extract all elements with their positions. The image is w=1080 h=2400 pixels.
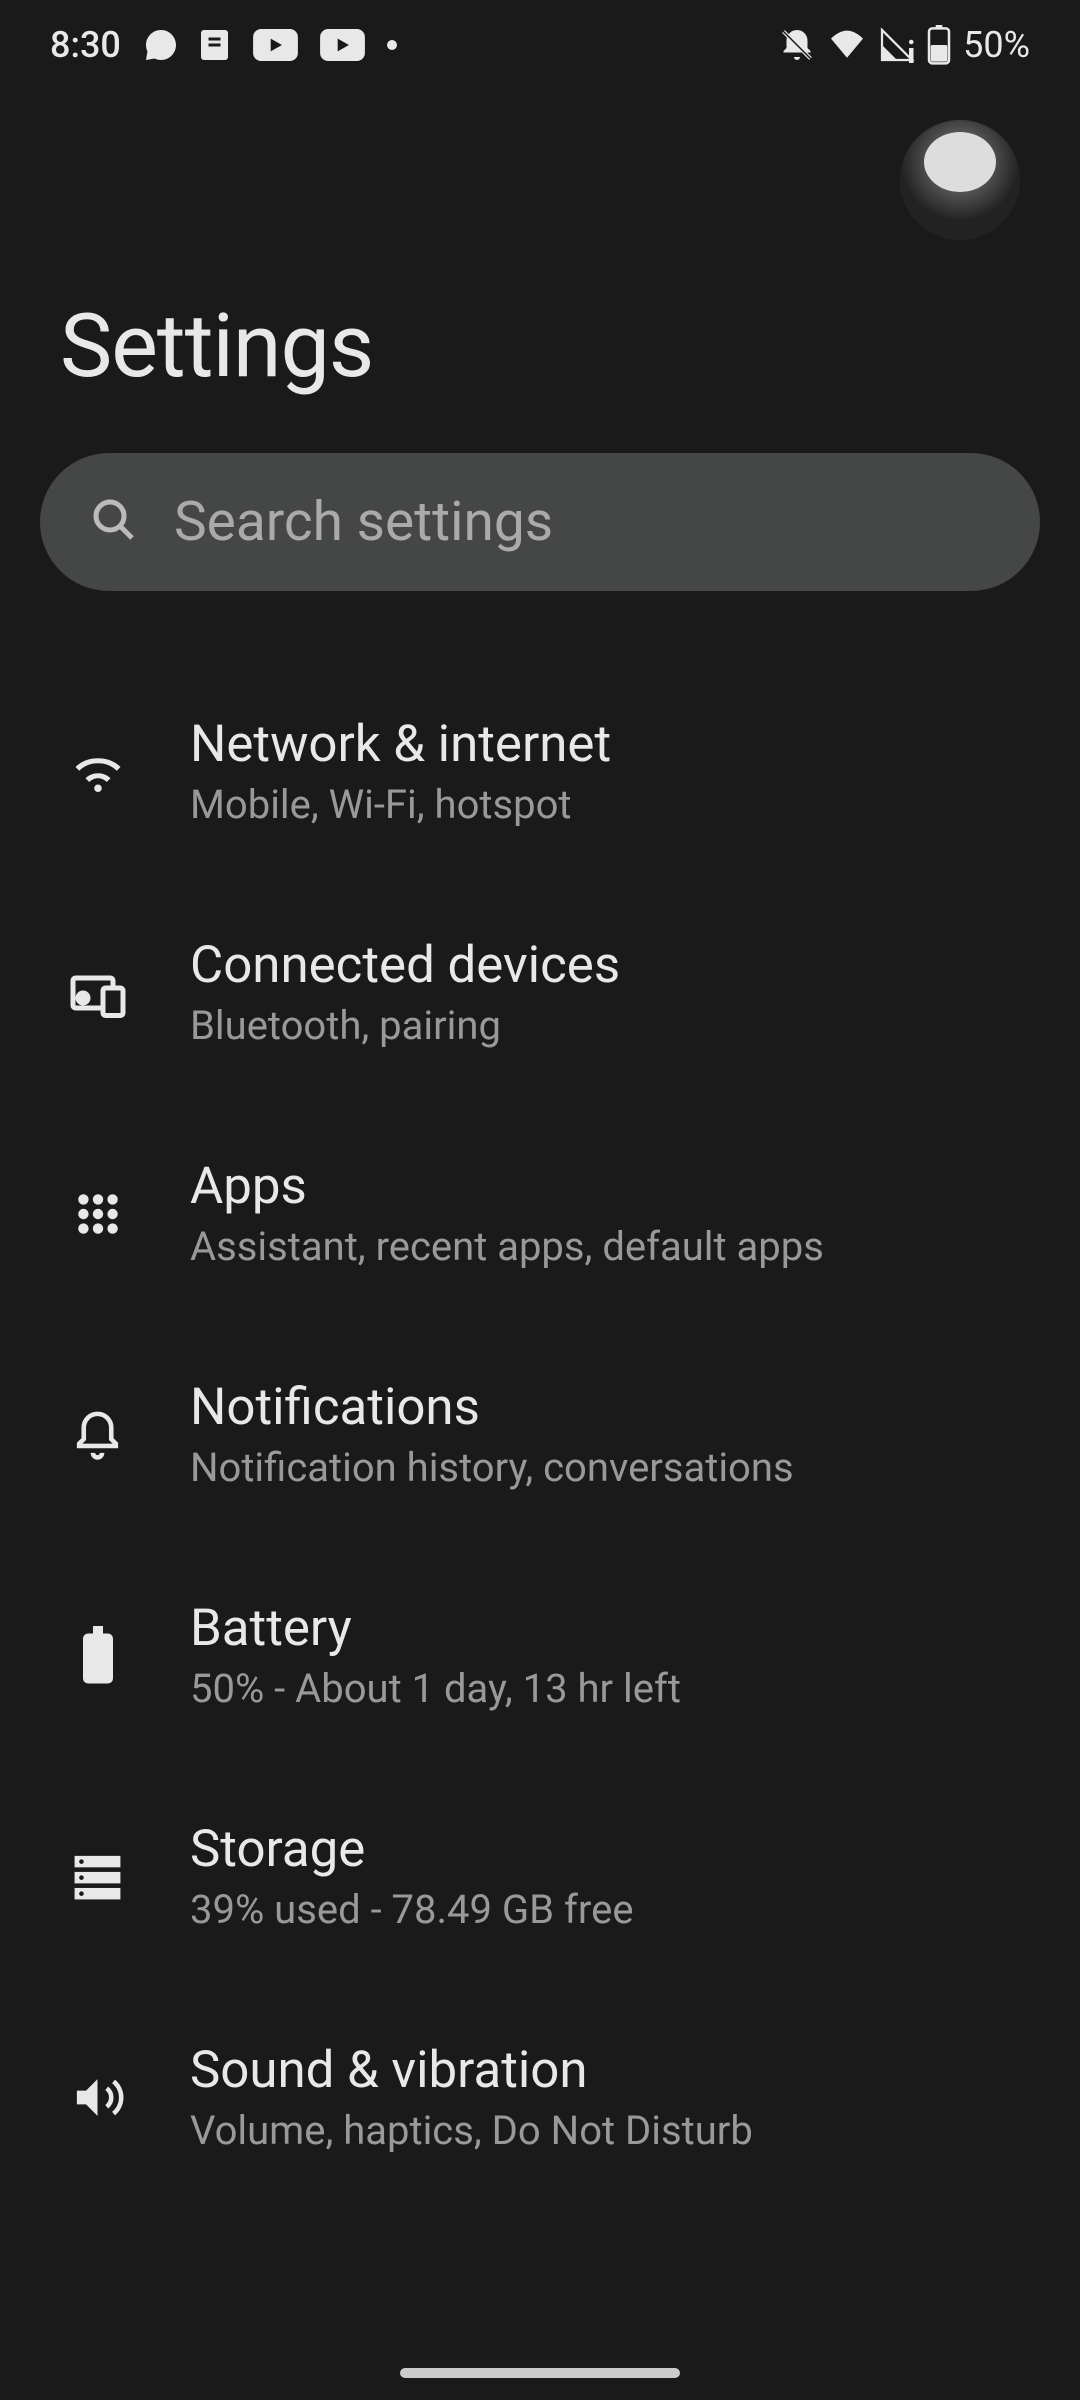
profile-avatar[interactable] <box>900 120 1020 240</box>
item-title: Sound & vibration <box>190 2041 1020 2100</box>
signal-icon <box>879 27 915 63</box>
item-text: Connected devices Bluetooth, pairing <box>190 936 1020 1049</box>
item-subtitle: Volume, haptics, Do Not Disturb <box>190 2107 1020 2154</box>
apps-icon <box>60 1176 135 1251</box>
settings-item-devices[interactable]: Connected devices Bluetooth, pairing <box>0 882 1080 1103</box>
page-title: Settings <box>60 295 1020 398</box>
battery-icon <box>927 25 951 65</box>
item-text: Sound & vibration Volume, haptics, Do No… <box>190 2041 1020 2154</box>
status-right: 50% <box>779 24 1030 66</box>
status-time: 8:30 <box>50 24 121 66</box>
settings-list: Network & internet Mobile, Wi-Fi, hotspo… <box>0 591 1080 2208</box>
devices-icon <box>60 955 135 1030</box>
more-notifications-icon <box>387 40 397 50</box>
item-title: Network & internet <box>190 715 1020 774</box>
header: Settings <box>0 90 1080 398</box>
settings-item-battery[interactable]: Battery 50% - About 1 day, 13 hr left <box>0 1545 1080 1766</box>
youtube-icon <box>253 29 298 61</box>
item-title: Storage <box>190 1820 1020 1879</box>
item-subtitle: Bluetooth, pairing <box>190 1002 1020 1049</box>
item-text: Battery 50% - About 1 day, 13 hr left <box>190 1599 1020 1712</box>
dnd-icon <box>779 27 815 63</box>
item-text: Network & internet Mobile, Wi-Fi, hotspo… <box>190 715 1020 828</box>
settings-item-storage[interactable]: Storage 39% used - 78.49 GB free <box>0 1766 1080 1987</box>
status-left: 8:30 <box>50 24 397 66</box>
search-bar[interactable]: Search settings <box>40 453 1040 591</box>
wifi-icon <box>827 29 867 61</box>
item-text: Notifications Notification history, conv… <box>190 1378 1020 1491</box>
nav-handle[interactable] <box>400 2368 680 2378</box>
search-icon <box>90 496 138 548</box>
search-placeholder: Search settings <box>174 490 553 554</box>
settings-item-notifications[interactable]: Notifications Notification history, conv… <box>0 1324 1080 1545</box>
youtube-icon-2 <box>320 29 365 61</box>
item-subtitle: 50% - About 1 day, 13 hr left <box>190 1665 1020 1712</box>
item-text: Storage 39% used - 78.49 GB free <box>190 1820 1020 1933</box>
battery-icon <box>60 1618 135 1693</box>
item-text: Apps Assistant, recent apps, default app… <box>190 1157 1020 1270</box>
status-bar: 8:30 50% <box>0 0 1080 90</box>
storage-icon <box>60 1839 135 1914</box>
battery-percent: 50% <box>963 24 1030 66</box>
item-title: Battery <box>190 1599 1020 1658</box>
item-subtitle: Assistant, recent apps, default apps <box>190 1223 1020 1270</box>
chat-icon <box>143 27 179 63</box>
wifi-icon <box>60 734 135 809</box>
settings-item-apps[interactable]: Apps Assistant, recent apps, default app… <box>0 1103 1080 1324</box>
wallet-icon <box>201 27 231 63</box>
volume-icon <box>60 2060 135 2135</box>
item-title: Apps <box>190 1157 1020 1216</box>
item-subtitle: Notification history, conversations <box>190 1444 1020 1491</box>
bell-icon <box>60 1397 135 1472</box>
item-title: Connected devices <box>190 936 1020 995</box>
item-subtitle: Mobile, Wi-Fi, hotspot <box>190 781 1020 828</box>
item-title: Notifications <box>190 1378 1020 1437</box>
item-subtitle: 39% used - 78.49 GB free <box>190 1886 1020 1933</box>
settings-item-sound[interactable]: Sound & vibration Volume, haptics, Do No… <box>0 1987 1080 2208</box>
settings-item-network[interactable]: Network & internet Mobile, Wi-Fi, hotspo… <box>0 661 1080 882</box>
